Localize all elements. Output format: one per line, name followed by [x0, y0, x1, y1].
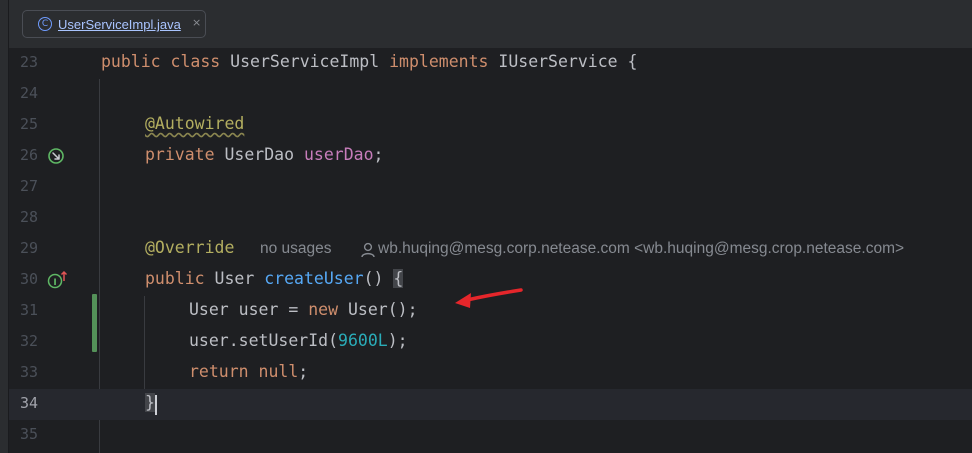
line-number: 23 [20, 53, 39, 71]
code-line-24: 24 [9, 79, 972, 110]
line-number: 25 [20, 115, 39, 133]
code-text: @Autowired [145, 114, 244, 133]
text-caret [155, 395, 157, 415]
code-text: public User createUser() { [145, 269, 404, 288]
person-icon [361, 242, 375, 258]
tab-filename[interactable]: UserServiceImpl.java [58, 17, 181, 32]
code-text: User user = new User(); [189, 300, 418, 319]
code-editor[interactable]: 23 public class UserServiceImpl implemen… [9, 48, 972, 453]
svg-text:I: I [53, 278, 56, 288]
code-text: user.setUserId(9600L); [189, 331, 408, 350]
bean-navigate-icon[interactable] [47, 147, 67, 167]
code-text: } [145, 393, 155, 412]
line-number: 35 [20, 425, 39, 443]
autowired-annotation: @Autowired [145, 114, 245, 133]
implements-method-icon[interactable]: I [46, 270, 68, 290]
code-line-35: 35 [9, 420, 972, 451]
line-number: 26 [20, 146, 39, 164]
override-annotation: @Override [145, 238, 235, 257]
editor-tab-bar: C UserServiceImpl.java × [9, 0, 972, 49]
code-line-34: 34 } [9, 389, 972, 420]
code-line-33: 33 return null; [9, 358, 972, 389]
line-number: 32 [20, 332, 39, 350]
code-line-23: 23 public class UserServiceImpl implemen… [9, 48, 972, 79]
method-name: createUser [264, 269, 364, 288]
code-line-32: 32 user.setUserId(9600L); [9, 327, 972, 358]
line-number: 24 [20, 84, 39, 102]
line-number: 29 [20, 239, 39, 257]
line-number: 31 [20, 301, 39, 319]
file-tab-userserviceimpl[interactable]: C UserServiceImpl.java × [22, 10, 206, 38]
close-icon[interactable]: × [192, 16, 201, 29]
java-class-icon: C [38, 17, 52, 31]
code-text: public class UserServiceImpl implements … [101, 52, 638, 71]
code-line-25: 25 @Autowired [9, 110, 972, 141]
red-arrow-icon [455, 288, 523, 308]
code-line-27: 27 [9, 172, 972, 203]
line-number: 33 [20, 363, 39, 381]
usages-hint[interactable]: no usages [260, 240, 332, 258]
left-tool-strip [0, 0, 9, 453]
code-line-29: 29 @Override no usages wb.huqing@mesg.co… [9, 234, 972, 265]
line-number: 27 [20, 177, 39, 195]
code-text: return null; [189, 362, 309, 381]
line-number: 28 [20, 208, 39, 226]
code-line-28: 28 [9, 203, 972, 234]
author-hint[interactable]: wb.huqing@mesg.corp.netease.com <wb.huqi… [378, 240, 904, 258]
line-number: 34 [20, 394, 39, 412]
code-text: @Override [145, 238, 234, 257]
code-line-26: 26 private UserDao userDao; [9, 141, 972, 172]
code-text: private UserDao userDao; [145, 145, 384, 164]
